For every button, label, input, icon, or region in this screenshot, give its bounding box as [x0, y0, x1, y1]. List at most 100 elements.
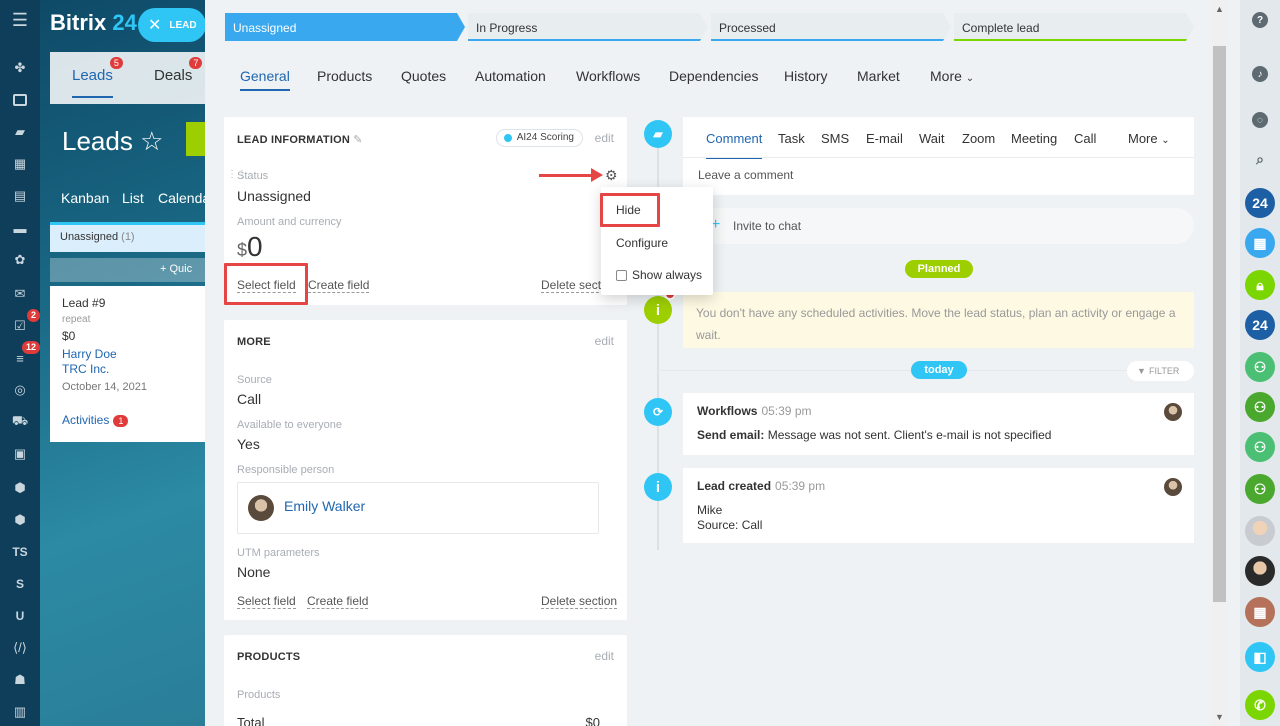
- tab-quotes[interactable]: Quotes: [401, 68, 446, 84]
- editor-tab-zoom[interactable]: Zoom: [962, 131, 995, 146]
- robot-icon[interactable]: ☗: [10, 670, 30, 690]
- source-value[interactable]: Call: [237, 391, 261, 407]
- box2-icon[interactable]: ⬢: [10, 510, 30, 530]
- menu-icon[interactable]: ☰: [10, 10, 30, 30]
- target-icon[interactable]: ◎: [10, 380, 30, 400]
- edit-link[interactable]: edit: [595, 649, 614, 663]
- filter-button[interactable]: ▼ FILTER: [1127, 361, 1194, 381]
- edit-link[interactable]: edit: [595, 334, 614, 348]
- rail-badge: 12: [21, 341, 40, 354]
- available-label: Available to everyone: [237, 419, 342, 431]
- rail-ts[interactable]: TS: [10, 542, 30, 562]
- contacts-icon[interactable]: ✿: [10, 250, 30, 270]
- delete-section-link[interactable]: Delete secti: [541, 278, 604, 293]
- gear-icon[interactable]: ⚙: [605, 168, 619, 182]
- feed-icon[interactable]: ✤: [10, 58, 30, 78]
- user-avatar[interactable]: [1245, 516, 1275, 546]
- ai24-scoring-badge[interactable]: AI24 Scoring: [495, 129, 583, 147]
- chat-icon[interactable]: ▰: [10, 122, 30, 142]
- group-icon[interactable]: ⚇: [1245, 352, 1275, 382]
- tab-general[interactable]: General: [240, 68, 290, 91]
- responsible-name[interactable]: Emily Walker: [284, 498, 365, 514]
- document-icon[interactable]: ▤: [10, 186, 30, 206]
- help-icon[interactable]: ?: [1252, 12, 1268, 28]
- mail-icon[interactable]: ✉: [10, 284, 30, 304]
- invite-to-chat[interactable]: + Invite to chat: [683, 208, 1194, 244]
- bitrix24-icon[interactable]: 24: [1245, 188, 1275, 218]
- crm-icon[interactable]: ≡ 12: [10, 341, 40, 368]
- rail-s[interactable]: S: [10, 574, 30, 594]
- editor-tab-comment[interactable]: Comment: [706, 131, 763, 159]
- tab-products[interactable]: Products: [317, 68, 372, 84]
- code-icon[interactable]: ⟨/⟩: [10, 638, 30, 658]
- bg-quick-add[interactable]: + Quic: [50, 258, 210, 282]
- search-chat-icon[interactable]: ◌: [1252, 112, 1268, 128]
- checklist-icon[interactable]: ☑ 2: [10, 309, 40, 336]
- editor-tab-meeting[interactable]: Meeting: [1011, 131, 1057, 146]
- open-lines-icon[interactable]: ◧: [1245, 642, 1275, 672]
- bg-tab-leads[interactable]: Leads 5: [72, 57, 123, 98]
- group-icon[interactable]: ⚇: [1245, 474, 1275, 504]
- editor-tab-task[interactable]: Task: [778, 131, 805, 146]
- delete-section-link[interactable]: Delete section: [541, 594, 618, 609]
- search-icon[interactable]: ⌕: [1252, 151, 1268, 167]
- annotation-arrowhead: [591, 168, 603, 182]
- status-value[interactable]: Unassigned: [237, 188, 311, 204]
- editor-tab-wait[interactable]: Wait: [919, 131, 945, 146]
- editor-tab-call[interactable]: Call: [1074, 131, 1096, 146]
- tab-market[interactable]: Market: [857, 68, 900, 84]
- tab-dependencies[interactable]: Dependencies: [669, 68, 759, 84]
- stage-processed[interactable]: Processed: [711, 13, 951, 41]
- drive-icon[interactable]: ▬: [10, 218, 30, 238]
- bg-view-calendar[interactable]: Calenda: [158, 190, 210, 206]
- menu-item-show-always[interactable]: Show always: [632, 268, 702, 282]
- left-icon-rail: ☰ ✤ ▰ ▦ ▤ ▬ ✿ ✉ ☑ 2 ≡ 12 ◎ ⛟ ▣ ⬢ ⬢ TS S U …: [0, 0, 40, 726]
- stage-in-progress[interactable]: In Progress: [468, 13, 708, 41]
- lock-icon[interactable]: 🔒︎: [1245, 270, 1275, 300]
- create-field-link[interactable]: Create field: [308, 278, 370, 293]
- menu-item-configure[interactable]: Configure: [616, 236, 668, 250]
- scrollbar[interactable]: ▲ ▼: [1211, 0, 1228, 726]
- total-label: Total: [237, 715, 265, 726]
- bg-view-list[interactable]: List: [122, 190, 144, 206]
- box-icon[interactable]: ⬢: [10, 478, 30, 498]
- rail-u[interactable]: U: [10, 606, 30, 626]
- bell-icon[interactable]: ♪: [1252, 66, 1268, 82]
- bitrix24-icon[interactable]: 24: [1245, 310, 1275, 340]
- show-always-checkbox[interactable]: [616, 270, 627, 281]
- edit-link[interactable]: edit: [595, 131, 614, 145]
- tab-more[interactable]: More ⌄: [930, 68, 974, 84]
- editor-tab-more[interactable]: More ⌄: [1128, 131, 1170, 146]
- amount-value[interactable]: $0: [237, 231, 263, 263]
- tab-workflows[interactable]: Workflows: [576, 68, 640, 84]
- bg-kanban-card[interactable]: Lead #9 repeat $0 Harry Doe TRC Inc. Oct…: [50, 286, 210, 442]
- calendar-icon[interactable]: ▦: [1245, 228, 1275, 258]
- logo[interactable]: Bitrix 24: [50, 10, 137, 36]
- group-icon[interactable]: ⚇: [1245, 432, 1275, 462]
- close-lead-pill[interactable]: ✕ LEAD: [138, 8, 206, 42]
- utm-value[interactable]: None: [237, 564, 270, 580]
- tab-history[interactable]: History: [784, 68, 828, 84]
- bg-add-button[interactable]: [186, 122, 206, 156]
- apps-icon[interactable]: ▥: [10, 702, 30, 722]
- bg-tab-deals[interactable]: Deals 7: [154, 57, 203, 84]
- calendar-icon[interactable]: ▦: [10, 154, 30, 174]
- select-field-link[interactable]: Select field: [237, 594, 296, 609]
- cart-icon[interactable]: ⛟: [10, 412, 30, 432]
- stage-complete-lead[interactable]: Complete lead: [954, 13, 1194, 41]
- responsible-person[interactable]: Emily Walker: [237, 482, 599, 534]
- tasks-icon[interactable]: [10, 90, 30, 110]
- editor-tab-email[interactable]: E-mail: [866, 131, 903, 146]
- calendar-icon[interactable]: ▦: [1245, 597, 1275, 627]
- contact-center-icon[interactable]: ▣: [10, 444, 30, 464]
- phone-icon[interactable]: ✆: [1245, 690, 1275, 720]
- tab-automation[interactable]: Automation: [475, 68, 546, 84]
- user-avatar[interactable]: [1245, 556, 1275, 586]
- comment-input[interactable]: Leave a comment: [698, 168, 793, 182]
- group-icon[interactable]: ⚇: [1245, 392, 1275, 422]
- stage-unassigned[interactable]: Unassigned: [225, 13, 465, 41]
- create-field-link[interactable]: Create field: [307, 594, 369, 609]
- bg-view-kanban[interactable]: Kanban: [61, 190, 109, 206]
- available-value[interactable]: Yes: [237, 436, 260, 452]
- editor-tab-sms[interactable]: SMS: [821, 131, 849, 146]
